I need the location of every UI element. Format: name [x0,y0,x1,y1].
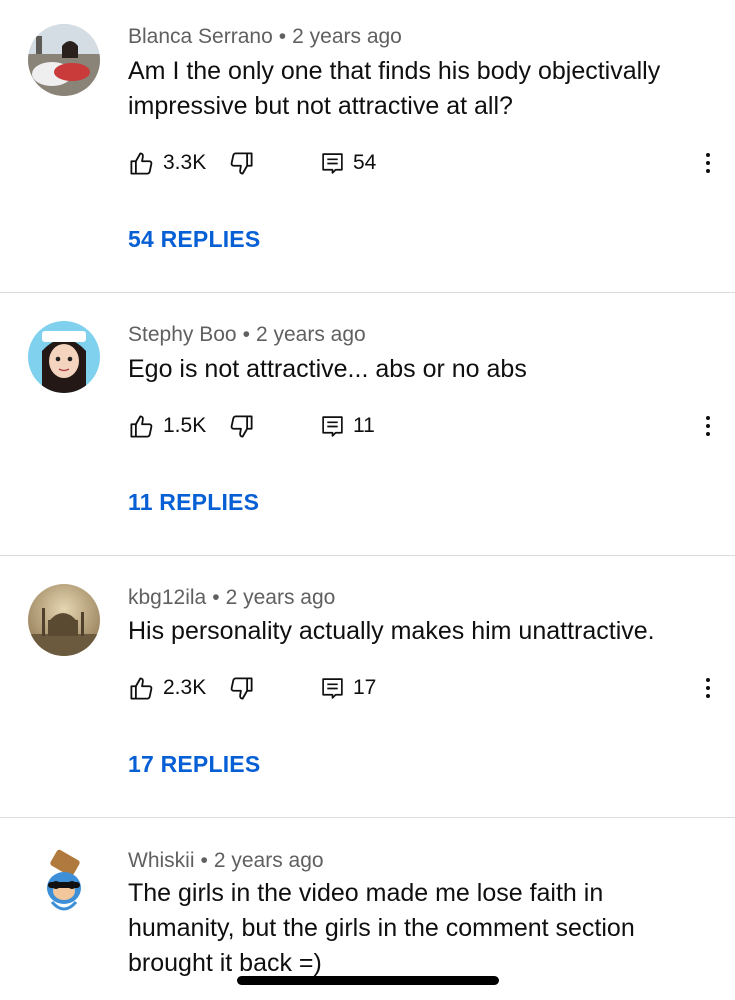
avatar[interactable] [28,584,100,656]
meta-separator: • [200,849,208,872]
like-button[interactable]: 1.5K [128,411,206,441]
comment-meta: kbg12ila • 2 years ago [128,586,335,610]
thumbs-up-icon [128,675,155,702]
reply-count: 17 [353,676,377,699]
divider [0,292,735,293]
comment-icon [320,676,345,701]
avatar[interactable] [28,846,100,918]
dislike-button[interactable] [228,148,255,178]
reply-count: 11 [353,414,375,437]
view-replies-link[interactable]: 17 REPLIES [128,749,260,779]
comment-author[interactable]: Stephy Boo [128,323,237,346]
comment-icon [320,414,345,439]
comment-time: 2 years ago [213,849,324,872]
comment-item: Blanca Serrano • 2 years ago Am I the only… [0,0,735,292]
comment-text: Am I the only one that finds his body ob… [128,57,661,120]
comment-meta: Stephy Boo • 2 years ago [128,323,366,347]
meta-separator: • [242,323,250,346]
comment-author[interactable]: kbg12ila [128,586,206,609]
like-count: 1.5K [163,414,207,437]
avatar[interactable] [28,321,100,393]
like-count: 3.3K [163,151,207,174]
comment-meta: Whiskii • 2 years ago [128,849,324,873]
like-count: 2.3K [163,676,207,699]
comment-author[interactable]: Whiskii [128,849,195,872]
dislike-button[interactable] [228,673,255,703]
thumbs-down-icon [228,413,255,440]
meta-separator: • [212,586,220,609]
comment-text: The girls in the video made me lose fait… [128,879,635,977]
comment-icon [320,151,345,176]
more-vertical-icon[interactable] [698,411,718,441]
divider [0,555,735,556]
divider [0,817,735,818]
comment-time: 2 years ago [292,25,402,48]
more-vertical-icon[interactable] [698,673,718,703]
comment-actions: 2.3K 17 [128,673,718,703]
comment-meta: Blanca Serrano • 2 years ago [128,25,402,49]
like-button[interactable]: 3.3K [128,148,206,178]
thumbs-down-icon [228,675,255,702]
view-replies-link[interactable]: 11 REPLIES [128,487,259,517]
comment-time: 2 years ago [225,586,336,609]
avatar[interactable] [28,24,100,96]
comment-author[interactable]: Blanca Serrano [128,25,273,48]
thumbs-up-icon [128,413,155,440]
home-indicator[interactable] [237,976,499,985]
reply-button[interactable]: 11 [320,411,375,441]
comment-text: Ego is not attractive... abs or no abs [128,355,527,383]
thumbs-down-icon [228,150,255,177]
comment-actions: 1.5K 11 [128,411,718,441]
like-button[interactable]: 2.3K [128,673,206,703]
more-vertical-icon[interactable] [698,148,718,178]
reply-button[interactable]: 54 [320,148,376,178]
reply-count: 54 [353,151,377,174]
comment-text: His personality actually makes him unatt… [128,617,655,645]
thumbs-up-icon [128,150,155,177]
comment-time: 2 years ago [255,323,366,346]
view-replies-link[interactable]: 54 REPLIES [128,224,260,254]
dislike-button[interactable] [228,411,255,441]
reply-button[interactable]: 17 [320,673,376,703]
comment-actions: 3.3K 54 [128,148,718,178]
meta-separator: • [278,25,287,48]
